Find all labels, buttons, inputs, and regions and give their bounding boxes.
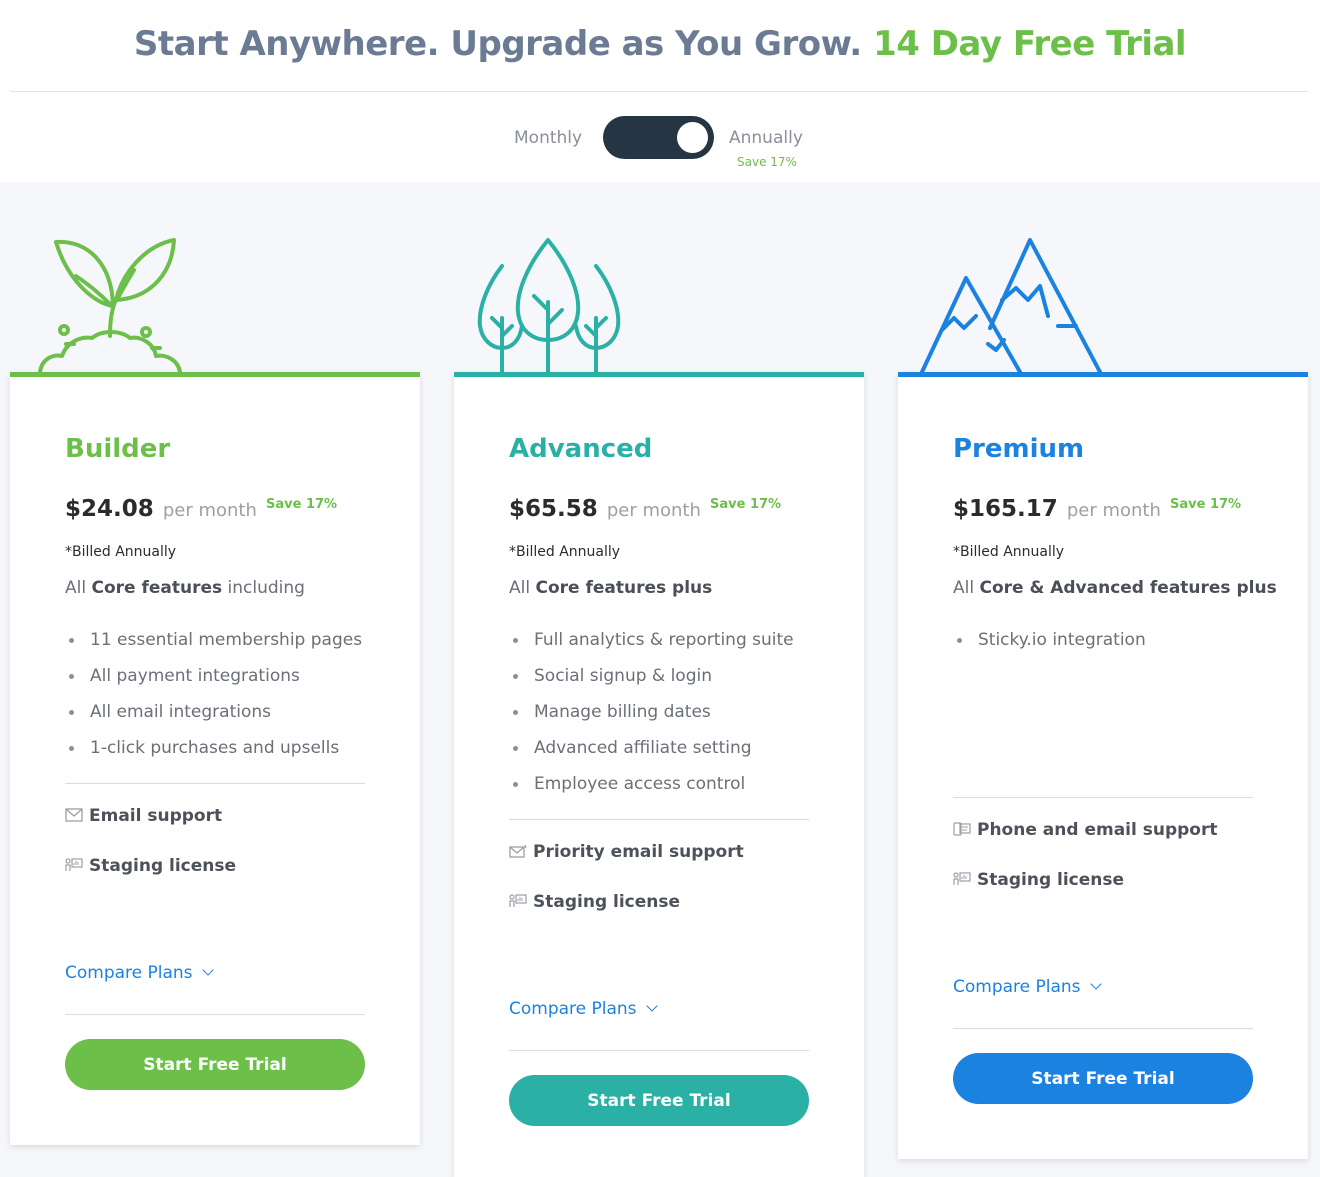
plan-price: $65.58 [509, 496, 598, 522]
feature-list: Sticky.io integration [953, 628, 1273, 664]
billing-toggle-row: Monthly Annually Save 17% [0, 116, 1320, 176]
divider [509, 1050, 809, 1051]
switch-knob [677, 122, 708, 153]
plan-card-builder: Builder $24.08 per month Save 17% *Bille… [10, 372, 420, 1145]
support-item: Phone and email support [953, 820, 1218, 840]
billing-note: *Billed Annually [953, 544, 1065, 560]
card-accent-bar [10, 372, 420, 377]
envelope-icon [509, 844, 527, 858]
list-item: Sticky.io integration [953, 628, 1273, 664]
feature-list: 11 essential membership pages All paymen… [65, 628, 385, 772]
list-item: 11 essential membership pages [65, 628, 385, 664]
price-period: per month [162, 500, 257, 521]
headline-main: Start Anywhere. Upgrade as You Grow. [133, 24, 862, 64]
headline-accent: 14 Day Free Trial [873, 24, 1187, 64]
chevron-down-icon [646, 1000, 658, 1012]
compare-plans-link[interactable]: Compare Plans [65, 963, 214, 983]
mountains-icon [920, 238, 1102, 374]
phone-icon [953, 822, 971, 836]
list-item: Full analytics & reporting suite [509, 628, 829, 664]
list-item: 1-click purchases and upsells [65, 736, 385, 772]
support-item: Priority email support [509, 842, 744, 862]
header-divider [10, 91, 1308, 92]
card-accent-bar [454, 372, 864, 377]
price-period: per month [606, 500, 701, 521]
divider [65, 783, 365, 784]
plan-card-advanced: Advanced $65.58 per month Save 17% *Bill… [454, 372, 864, 1177]
list-item: Manage billing dates [509, 700, 829, 736]
billing-note: *Billed Annually [509, 544, 621, 560]
annual-save-badge: Save 17% [737, 155, 797, 169]
billing-note: *Billed Annually [65, 544, 177, 560]
divider [65, 1014, 365, 1015]
price-row: $165.17 per month Save 17% [953, 496, 1241, 522]
compare-plans-link[interactable]: Compare Plans [509, 999, 658, 1019]
support-item: Email support [65, 806, 222, 826]
support-item: Staging license [509, 892, 680, 912]
start-free-trial-button[interactable]: Start Free Trial [65, 1039, 365, 1090]
monthly-label[interactable]: Monthly [514, 128, 582, 148]
compare-plans-link[interactable]: Compare Plans [953, 977, 1102, 997]
save-badge: Save 17% [266, 497, 338, 512]
support-item: Staging license [65, 856, 236, 876]
support-item: Staging license [953, 870, 1124, 890]
annually-label[interactable]: Annually [729, 128, 803, 148]
presentation-icon [509, 894, 527, 907]
start-free-trial-button[interactable]: Start Free Trial [953, 1053, 1253, 1104]
sprout-icon [38, 238, 182, 374]
price-period: per month [1066, 500, 1161, 521]
list-item: Advanced affiliate setting [509, 736, 829, 772]
save-badge: Save 17% [710, 497, 782, 512]
plan-name: Builder [65, 434, 171, 464]
page-header: Start Anywhere. Upgrade as You Grow. 14 … [0, 0, 1320, 182]
list-item: Employee access control [509, 772, 829, 808]
start-free-trial-button[interactable]: Start Free Trial [509, 1075, 809, 1126]
list-item: All payment integrations [65, 664, 385, 700]
page-headline: Start Anywhere. Upgrade as You Grow. 14 … [0, 24, 1320, 64]
plan-name: Premium [953, 434, 1085, 464]
chevron-down-icon [202, 964, 214, 976]
price-row: $24.08 per month Save 17% [65, 496, 337, 522]
features-intro: All Core features plus [509, 578, 713, 598]
plan-name: Advanced [509, 434, 653, 464]
save-badge: Save 17% [1170, 497, 1242, 512]
price-row: $65.58 per month Save 17% [509, 496, 781, 522]
divider [953, 1028, 1253, 1029]
plan-price: $24.08 [65, 496, 154, 522]
presentation-icon [953, 872, 971, 885]
divider [953, 797, 1253, 798]
features-intro: All Core features including [65, 578, 305, 598]
card-accent-bar [898, 372, 1308, 377]
features-intro: All Core & Advanced features plus [953, 578, 1277, 598]
list-item: Social signup & login [509, 664, 829, 700]
presentation-icon [65, 858, 83, 871]
plan-card-premium: Premium $165.17 per month Save 17% *Bill… [898, 372, 1308, 1159]
feature-list: Full analytics & reporting suite Social … [509, 628, 829, 808]
divider [509, 819, 809, 820]
chevron-down-icon [1090, 978, 1102, 990]
list-item: All email integrations [65, 700, 385, 736]
trees-icon [477, 238, 621, 374]
plan-price: $165.17 [953, 496, 1058, 522]
billing-period-switch[interactable] [603, 116, 714, 159]
envelope-icon [65, 808, 83, 822]
